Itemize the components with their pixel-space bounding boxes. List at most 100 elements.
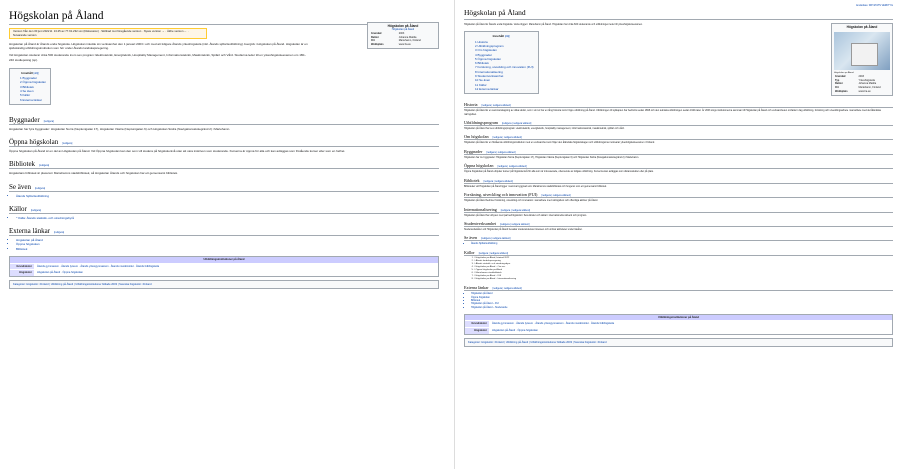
lede-paragraph-2: Vid Högskolan studerar cirka 500 studera…	[9, 53, 306, 62]
navbox-group-label: Högskolor	[465, 328, 489, 334]
section-heading-text: Forskning, utveckling och innovation (FU…	[464, 192, 538, 198]
toc-hide-link-right[interactable]: [dölj]	[505, 35, 510, 38]
navbox-links[interactable]: Ålands gymnasium · Ålands lyceum · Åland…	[34, 263, 438, 270]
edit-section-link[interactable]: [redigera]	[39, 164, 49, 167]
infobox: Högskolan på Åland Högskolan på Åland Gr…	[367, 21, 439, 50]
article-sections: Byggnader [redigera] Högskolan har fyra by…	[9, 116, 439, 251]
section-link-list: Ålands Sjöfartsutbildning	[464, 242, 893, 245]
list-item-link[interactable]: Högskolan på Åland – Studerande	[471, 306, 893, 309]
section-heading-text: Bibliotek	[9, 160, 36, 169]
section-heading-text: Externa länkar	[9, 227, 51, 236]
left-article-pane: Högskolan på Åland Version från den 30 j…	[0, 0, 447, 469]
section-heading: Källor [redigera]	[9, 205, 439, 214]
reference-item: ^ Högskolan på Åland – Internationaliser…	[474, 278, 893, 281]
section-heading: Internationalisering [redigera | redigera…	[464, 207, 893, 213]
section-heading-text: Om högskolan	[464, 134, 489, 140]
section-paragraph: Biblioteket vid Högskolan på Åland ligge…	[464, 184, 607, 188]
toc-list-right: 1 Historia 2 Utbildningsprogram 3 Om högsk…	[469, 40, 534, 92]
toc-title: Innehåll	[21, 70, 33, 75]
edit-section-link[interactable]: [redigera | redigera wikitext]	[484, 180, 513, 183]
section-link-list: ^ Källa: Ålands statistik- och utredning…	[9, 216, 439, 220]
navbox-group-label: Högskolor	[10, 270, 34, 276]
infobox-value: www.ha.ax	[398, 42, 411, 46]
navbox-row: Högskolor Högskolan på Åland · Öppna högs…	[465, 327, 892, 334]
section-link-list: Högskolan på ÅlandÖppna högskolanBibliot…	[9, 238, 439, 251]
section-heading: Byggnader [redigera | redigera wikitext]	[464, 149, 893, 155]
infobox-key: Webbplats	[371, 42, 384, 46]
list-item-link[interactable]: Ålands Sjöfartsutbildning	[16, 194, 439, 198]
section-heading-text: Externa länkar	[464, 285, 489, 291]
user-tools-link[interactable]: Användare: WP-STATS VERKTYG	[856, 4, 893, 7]
section-heading-text: Byggnader	[464, 148, 483, 154]
lede-paragraph-right: Högskolan på Åland är Ålands enda högsko…	[464, 23, 643, 26]
infobox-right: Högskolan på Åland Högskolan på Åland Gr…	[831, 23, 893, 97]
navbox-links[interactable]: Högskolan på Åland · Öppna högskolan	[489, 328, 892, 334]
edit-section-link[interactable]: [redigera | redigera wikitext]	[482, 104, 511, 107]
edit-section-link[interactable]: [redigera | redigera wikitext]	[541, 194, 570, 197]
section-heading: Om högskolan [redigera | redigera wikitex…	[464, 134, 893, 141]
navbox-group-label: Grundskolor	[10, 263, 34, 270]
section-heading: Utbildningsprogram [redigera | redigera w…	[464, 120, 893, 127]
section-heading-text: Byggnader	[9, 115, 40, 124]
toc-hide-link[interactable]: [dölj]	[34, 72, 39, 75]
section-heading: Forskning, utveckling och innovation (FU…	[464, 192, 893, 199]
category-links[interactable]: Kategorier: Högskolor i Finland | Utbild…	[9, 279, 439, 289]
reference-list: ^ Högskolan på Åland, hämtad 2022^ Åland…	[464, 257, 893, 282]
infobox-row: Webbplats www.ha.ax	[370, 43, 436, 47]
section-heading: Öppna högskolan [redigera]	[9, 138, 439, 148]
edit-section-link[interactable]: [redigera | redigera wikitext]	[481, 237, 510, 240]
edit-section-link[interactable]: [redigera]	[54, 231, 64, 234]
edit-section-link[interactable]: [redigera]	[35, 187, 45, 190]
section-paragraph: Högskolan har tre byggnader: Högskolan N…	[464, 155, 640, 159]
section-paragraph: Högskolan på Åland är en sammanslagning …	[464, 109, 881, 116]
edit-section-link[interactable]: [redigera]	[62, 142, 72, 145]
section-paragraph: Öppna högskolan på Åland är en del av Hö…	[9, 149, 346, 154]
section-link-list: Högskolan på ÅlandÖppna högskolanBibliot…	[464, 292, 893, 308]
section-paragraph: Högskolan på Åland har utbyten med partn…	[464, 213, 587, 217]
navbox-row: Grundskolor Ålands gymnasium · Ålands lyc…	[465, 320, 892, 328]
revision-notice: Version från den 30 juni 2022 kl. 13.25 …	[9, 28, 207, 39]
navbox-right: Utbildningsinstitutioner på Åland Grunds…	[464, 313, 893, 335]
infobox-right-table: Grundad 2003 Typ Yrkeshögskola Rektor Johanna…	[834, 75, 890, 93]
edit-section-link[interactable]: [redigera | redigera wikitext]	[500, 223, 529, 226]
category-links-right[interactable]: Kategorier: Högskolor i Finland | Utbild…	[464, 337, 893, 347]
navbox-links[interactable]: Högskolan på Åland · Öppna högskolan	[34, 270, 438, 276]
section-heading-text: Öppna högskolan	[9, 138, 59, 147]
navbox-links[interactable]: Ålands gymnasium · Ålands lyceum · Åland…	[489, 321, 892, 328]
section-heading: Källor [redigera | redigera wikitext]	[464, 250, 893, 256]
section-heading: Öppna högskolan [redigera | redigera wiki…	[464, 163, 893, 170]
section-heading: Studentverksamhet [redigera | redigera wi…	[464, 221, 893, 227]
section-heading-text: Historia	[464, 102, 478, 108]
section-heading-text: Utbildningsprogram	[464, 120, 498, 126]
list-item-link[interactable]: Bibliotek	[16, 247, 439, 251]
edit-section-link[interactable]: [redigera]	[44, 120, 54, 123]
section-heading: Historia [redigera | redigera wikitext]	[464, 102, 893, 109]
section-paragraph: Högskolan på Åland är en fristående utbi…	[464, 141, 655, 145]
list-item-link[interactable]: Ålands Sjöfartsutbildning	[471, 242, 893, 245]
section-link-list: Ålands Sjöfartsutbildning	[9, 194, 439, 198]
section-paragraph: Öppna högskolan på Åland erbjuder kurser…	[464, 170, 654, 174]
navbox: Utbildningsinstitutioner på Åland Grunds…	[9, 255, 439, 277]
section-paragraph: Studerandekåren vid Högskolan på Åland b…	[464, 227, 583, 231]
section-heading: Se även [redigera | redigera wikitext]	[464, 235, 893, 242]
article-sections-right: Historia [redigera | redigera wikitext] Hö…	[464, 102, 893, 309]
edit-section-link[interactable]: [redigera | redigera wikitext]	[497, 165, 526, 168]
list-item-link[interactable]: ^ Källa: Ålands statistik- och utredning…	[16, 216, 439, 220]
building-photo[interactable]	[834, 31, 890, 70]
section-heading: Se även [redigera]	[9, 183, 439, 192]
section-heading-text: Källor	[464, 249, 475, 255]
section-heading-text: Bibliotek	[464, 177, 480, 183]
edit-section-link[interactable]: [redigera | redigera wikitext]	[502, 122, 531, 125]
toc-item[interactable]: 6 Externa länkar	[20, 98, 46, 102]
section-paragraph: Högskolan har fyra byggnader: Högskolan …	[9, 126, 231, 131]
edit-section-link[interactable]: [redigera]	[31, 209, 41, 212]
edit-section-link[interactable]: [redigera | redigera wikitext]	[493, 136, 522, 139]
toc-title-right: Innehåll	[492, 34, 504, 39]
infobox-value: www.ha.ax	[858, 89, 871, 93]
edit-section-link[interactable]: [redigera | redigera wikitext]	[479, 252, 508, 255]
right-article-pane: Användare: WP-STATS VERKTYG Högskolan på…	[454, 0, 900, 469]
edit-section-link[interactable]: [redigera | redigera wikitext]	[501, 209, 530, 212]
edit-section-link[interactable]: [redigera | redigera wikitext]	[493, 287, 522, 290]
toc-item[interactable]: 12 Externa länkar	[475, 87, 534, 91]
edit-section-link[interactable]: [redigera | redigera wikitext]	[486, 151, 515, 154]
